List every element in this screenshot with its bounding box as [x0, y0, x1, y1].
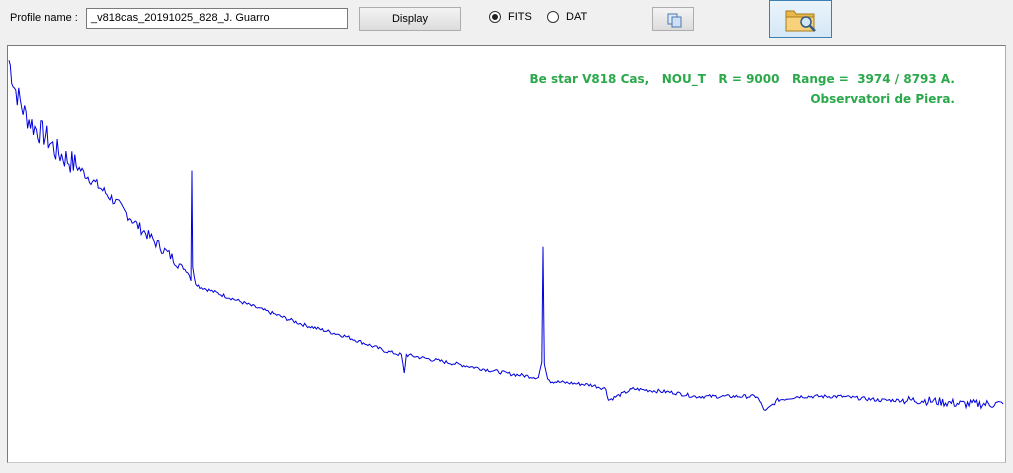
copy-button[interactable] [652, 7, 694, 31]
plot-annotation-line1: Be star V818 Cas, NOU_T R = 9000 Range =… [529, 72, 955, 86]
open-file-button[interactable] [769, 0, 832, 38]
dat-radio[interactable] [547, 11, 559, 23]
display-button[interactable]: Display [359, 7, 461, 31]
spectrum-line [8, 60, 1004, 411]
plot-annotation-line2: Observatori de Piera. [810, 92, 955, 106]
spectrum-plot: Be star V818 Cas, NOU_T R = 9000 Range =… [7, 45, 1006, 463]
copy-icon [667, 13, 682, 28]
profile-name-input[interactable]: _v818cas_20191025_828_J. Guarro [86, 8, 348, 29]
dat-radio-label: DAT [566, 11, 588, 23]
profile-name-label: Profile name : [10, 12, 78, 24]
spectrum-chart [8, 60, 1004, 411]
fits-radio[interactable] [489, 11, 501, 23]
folder-search-icon [785, 10, 816, 32]
fits-radio-label: FITS [508, 11, 532, 23]
toolbar: Profile name : _v818cas_20191025_828_J. … [0, 0, 1013, 40]
